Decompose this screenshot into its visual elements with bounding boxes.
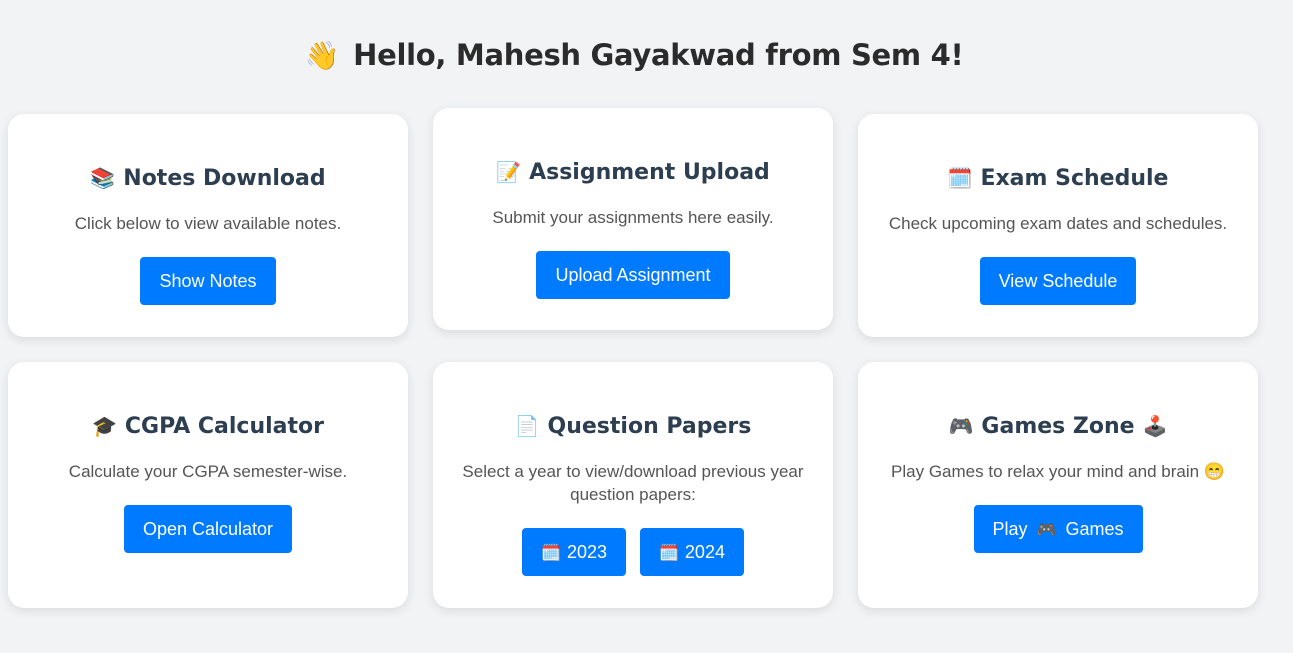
card-description: Calculate your CGPA semester-wise. xyxy=(68,462,348,481)
books-icon: 📚 xyxy=(90,166,116,190)
game-controller-icon: 🎮 xyxy=(948,414,974,438)
calendar-icon: 🗓️ xyxy=(659,545,679,562)
card-description: Select a year to view/download previous … xyxy=(462,462,804,504)
card-title: 🎮 Games Zone 🕹️ xyxy=(948,414,1168,439)
graduation-cap-icon: 🎓 xyxy=(91,414,117,438)
upload-assignment-button[interactable]: Upload Assignment xyxy=(536,251,730,299)
play-games-button[interactable]: Play 🎮 Games xyxy=(973,505,1143,553)
page-icon: 📄 xyxy=(514,414,540,438)
card-description: Click below to view available notes. xyxy=(74,214,342,233)
memo-icon: 📝 xyxy=(496,160,522,184)
show-notes-button[interactable]: Show Notes xyxy=(140,257,276,305)
view-schedule-button[interactable]: View Schedule xyxy=(979,257,1137,305)
card-description: Check upcoming exam dates and schedules. xyxy=(888,214,1228,233)
calendar-icon: 🗓️ xyxy=(947,166,973,190)
notes-download-card: 📚 Notes Download Click below to view avai… xyxy=(8,114,408,337)
card-description: Submit your assignments here easily. xyxy=(492,208,774,227)
card-title: 🎓 CGPA Calculator xyxy=(91,414,324,439)
page-greeting: 👋 Hello, Mahesh Gayakwad from Sem 4! xyxy=(0,38,1268,72)
card-title: 🗓️ Exam Schedule xyxy=(947,166,1169,191)
year-2023-button[interactable]: 🗓️ 2023 xyxy=(522,528,626,576)
card-title: 📚 Notes Download xyxy=(90,166,326,191)
waving-hand-icon: 👋 xyxy=(304,39,340,72)
open-calculator-button[interactable]: Open Calculator xyxy=(123,505,293,553)
card-description: Play Games to relax your mind and brain … xyxy=(891,462,1225,481)
assignment-upload-card: 📝 Assignment Upload Submit your assignmen… xyxy=(433,108,833,330)
card-title: 📝 Assignment Upload xyxy=(496,160,770,185)
card-title: 📄 Question Papers xyxy=(514,414,752,439)
joystick-icon: 🕹️ xyxy=(1142,414,1168,438)
greeting-text: Hello, Mahesh Gayakwad from Sem 4! xyxy=(353,38,964,72)
cgpa-calculator-card: 🎓 CGPA Calculator Calculate your CGPA sem… xyxy=(8,362,408,608)
exam-schedule-card: 🗓️ Exam Schedule Check upcoming exam date… xyxy=(858,114,1258,337)
games-zone-card: 🎮 Games Zone 🕹️ Play Games to relax your m… xyxy=(858,362,1258,608)
calendar-icon: 🗓️ xyxy=(541,545,561,562)
question-papers-card: 📄 Question Papers Select a year to view/d… xyxy=(433,362,833,608)
year-2024-button[interactable]: 🗓️ 2024 xyxy=(640,528,744,576)
game-controller-icon: 🎮 xyxy=(1036,522,1057,539)
